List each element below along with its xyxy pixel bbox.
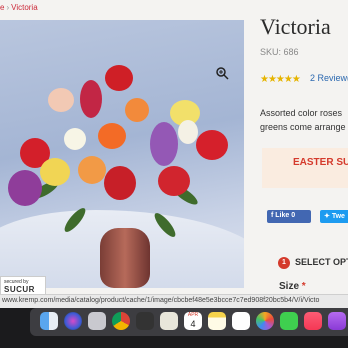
- size-label-text: Size: [279, 281, 300, 292]
- facebook-like-button[interactable]: f Like 0: [267, 210, 311, 223]
- rose-red: [158, 166, 190, 196]
- select-options-heading: SELECT OPT: [295, 257, 348, 267]
- breadcrumb-current: Victoria: [11, 3, 38, 12]
- rose-red: [196, 130, 228, 160]
- calculator-icon[interactable]: [136, 312, 154, 330]
- security-badge[interactable]: secured by SUCUR: [0, 276, 46, 296]
- reminders-icon[interactable]: [232, 312, 250, 330]
- preview-icon[interactable]: [160, 312, 178, 330]
- stock-purple: [150, 122, 178, 166]
- rose-yellow: [40, 158, 70, 186]
- breadcrumb: e › Victoria: [0, 3, 38, 12]
- product-sku: SKU: 686: [260, 47, 299, 57]
- promo-text: EASTER SU: [293, 157, 348, 168]
- promo-banner[interactable]: EASTER SU: [262, 148, 348, 188]
- notes-icon[interactable]: [208, 312, 226, 330]
- product-image[interactable]: [0, 20, 244, 288]
- messages-icon[interactable]: [280, 312, 298, 330]
- required-marker: *: [301, 281, 306, 292]
- stock-purple: [8, 170, 42, 206]
- description-line: greens come arrange: [260, 122, 346, 132]
- stock-magenta: [80, 80, 102, 118]
- step-number-badge: 1: [278, 257, 290, 269]
- chrome-icon[interactable]: [112, 312, 130, 330]
- calendar-icon[interactable]: APR 4: [184, 312, 202, 330]
- twitter-icon: ✦: [324, 213, 332, 220]
- macos-dock: APR 4: [30, 308, 348, 336]
- rose-orange: [125, 98, 149, 122]
- calendar-day: 4: [190, 319, 196, 329]
- vase: [100, 228, 150, 288]
- siri-icon[interactable]: [64, 312, 82, 330]
- podcasts-icon[interactable]: [328, 312, 346, 330]
- reviews-link[interactable]: 2 Review(: [310, 73, 348, 83]
- rose-red: [105, 65, 133, 91]
- stock-red: [104, 166, 136, 200]
- finder-icon[interactable]: [40, 312, 58, 330]
- rose-orange: [98, 123, 126, 149]
- size-label: Size *: [279, 281, 306, 292]
- breadcrumb-prefix[interactable]: e: [0, 3, 4, 12]
- photos-icon[interactable]: [256, 312, 274, 330]
- description-line: Assorted color roses: [260, 108, 343, 118]
- rose-white: [178, 120, 198, 144]
- tweet-label: Twe: [331, 213, 345, 220]
- status-bar-url: www.kremp.com/media/catalog/product/cach…: [0, 294, 348, 308]
- tweet-button[interactable]: ✦ Twe: [320, 210, 348, 223]
- calendar-month: APR: [187, 312, 199, 318]
- browser-viewport: e › Victoria secured by SUCUR Victoria S…: [0, 0, 348, 308]
- breadcrumb-separator: ›: [6, 3, 10, 12]
- like-label: Like 0: [275, 212, 296, 219]
- security-badge-brand: SUCUR: [4, 285, 35, 294]
- music-icon[interactable]: [304, 312, 322, 330]
- launchpad-icon[interactable]: [88, 312, 106, 330]
- rose-orange: [78, 156, 106, 184]
- product-title: Victoria: [260, 14, 331, 39]
- rating-stars-icon: ★★★★★: [260, 74, 301, 85]
- rose-peach: [48, 88, 74, 112]
- rose-white: [64, 128, 86, 150]
- product-description: Assorted color roses greens come arrange: [260, 106, 348, 134]
- zoom-icon[interactable]: [215, 66, 229, 80]
